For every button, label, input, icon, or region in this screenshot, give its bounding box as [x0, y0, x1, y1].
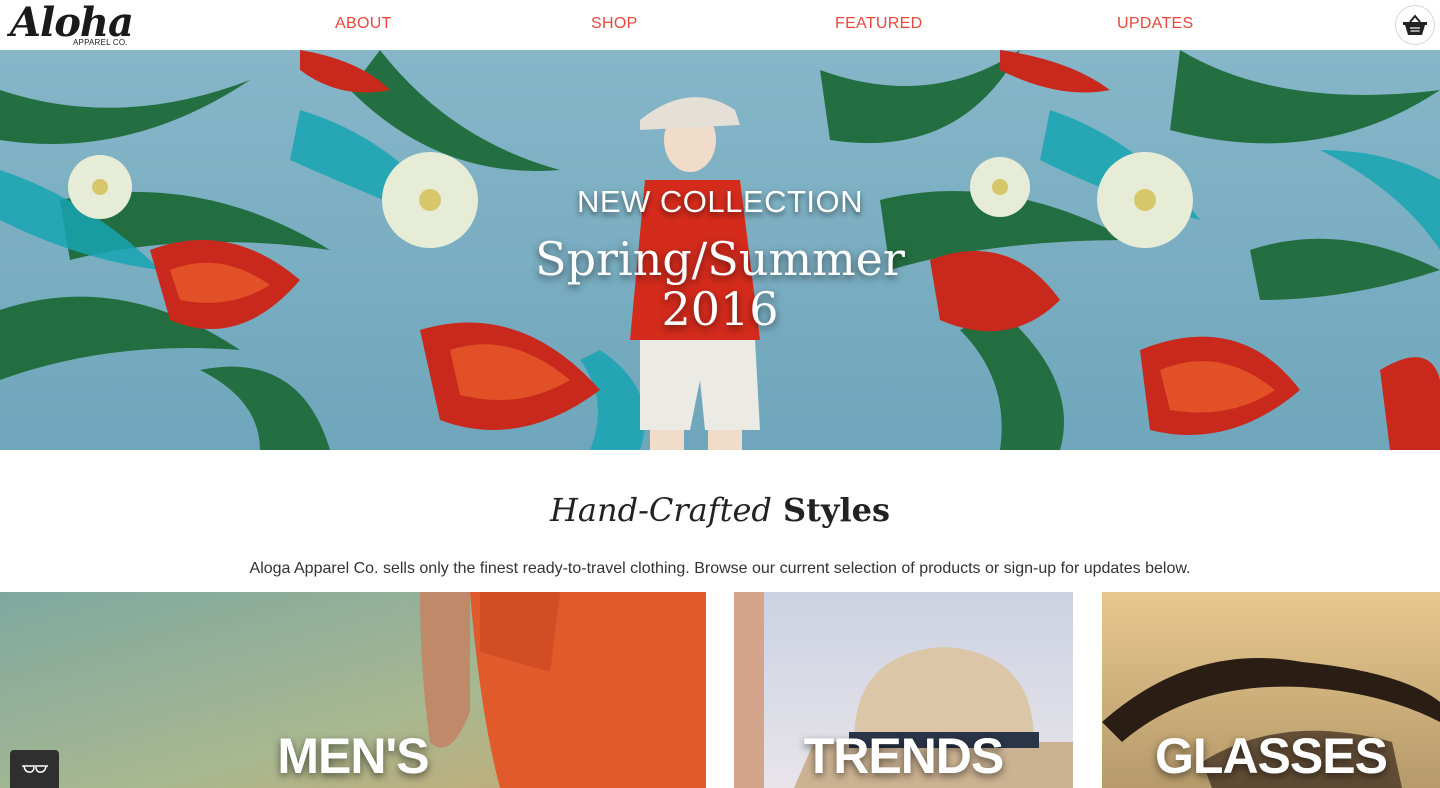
hero-kicker: NEW COLLECTION — [576, 184, 864, 219]
nav-about[interactable]: ABOUT — [335, 14, 392, 34]
section-description: Aloga Apparel Co. sells only the finest … — [249, 560, 1191, 577]
section-title-italic: Hand-Crafted — [549, 491, 772, 529]
basket-icon — [1403, 14, 1427, 35]
section-title: Hand-Crafted Styles — [0, 488, 1440, 532]
category-tile-trends[interactable]: TRENDS — [734, 592, 1073, 788]
logo-subtitle: APPAREL CO. — [73, 38, 128, 47]
hero-text: NEW COLLECTION Spring/Summer 2016 — [0, 50, 1440, 450]
site-header: Aloha APPAREL CO. ABOUT SHOP FEATURED UP… — [0, 0, 1440, 50]
category-tile-mens[interactable]: MEN'S — [0, 592, 706, 788]
cart-button[interactable] — [1395, 5, 1435, 45]
hero-title: Spring/Summer — [535, 232, 905, 286]
nav-updates[interactable]: UPDATES — [1117, 14, 1193, 34]
category-label-trends: TRENDS — [803, 728, 1005, 784]
logo[interactable]: Aloha APPAREL CO. — [10, 0, 134, 50]
hero-year: 2016 — [661, 282, 779, 336]
hero-banner: NEW COLLECTION Spring/Summer 2016 — [0, 50, 1440, 450]
section-title-bold: Styles — [783, 491, 891, 529]
category-label-mens: MEN'S — [277, 728, 429, 784]
nav-shop[interactable]: SHOP — [591, 14, 638, 34]
category-label-glasses: GLASSES — [1155, 728, 1388, 784]
glasses-icon — [21, 765, 48, 773]
floating-widget-button[interactable] — [10, 750, 59, 788]
category-tile-glasses[interactable]: GLASSES — [1102, 592, 1440, 788]
nav-featured[interactable]: FEATURED — [835, 14, 922, 34]
